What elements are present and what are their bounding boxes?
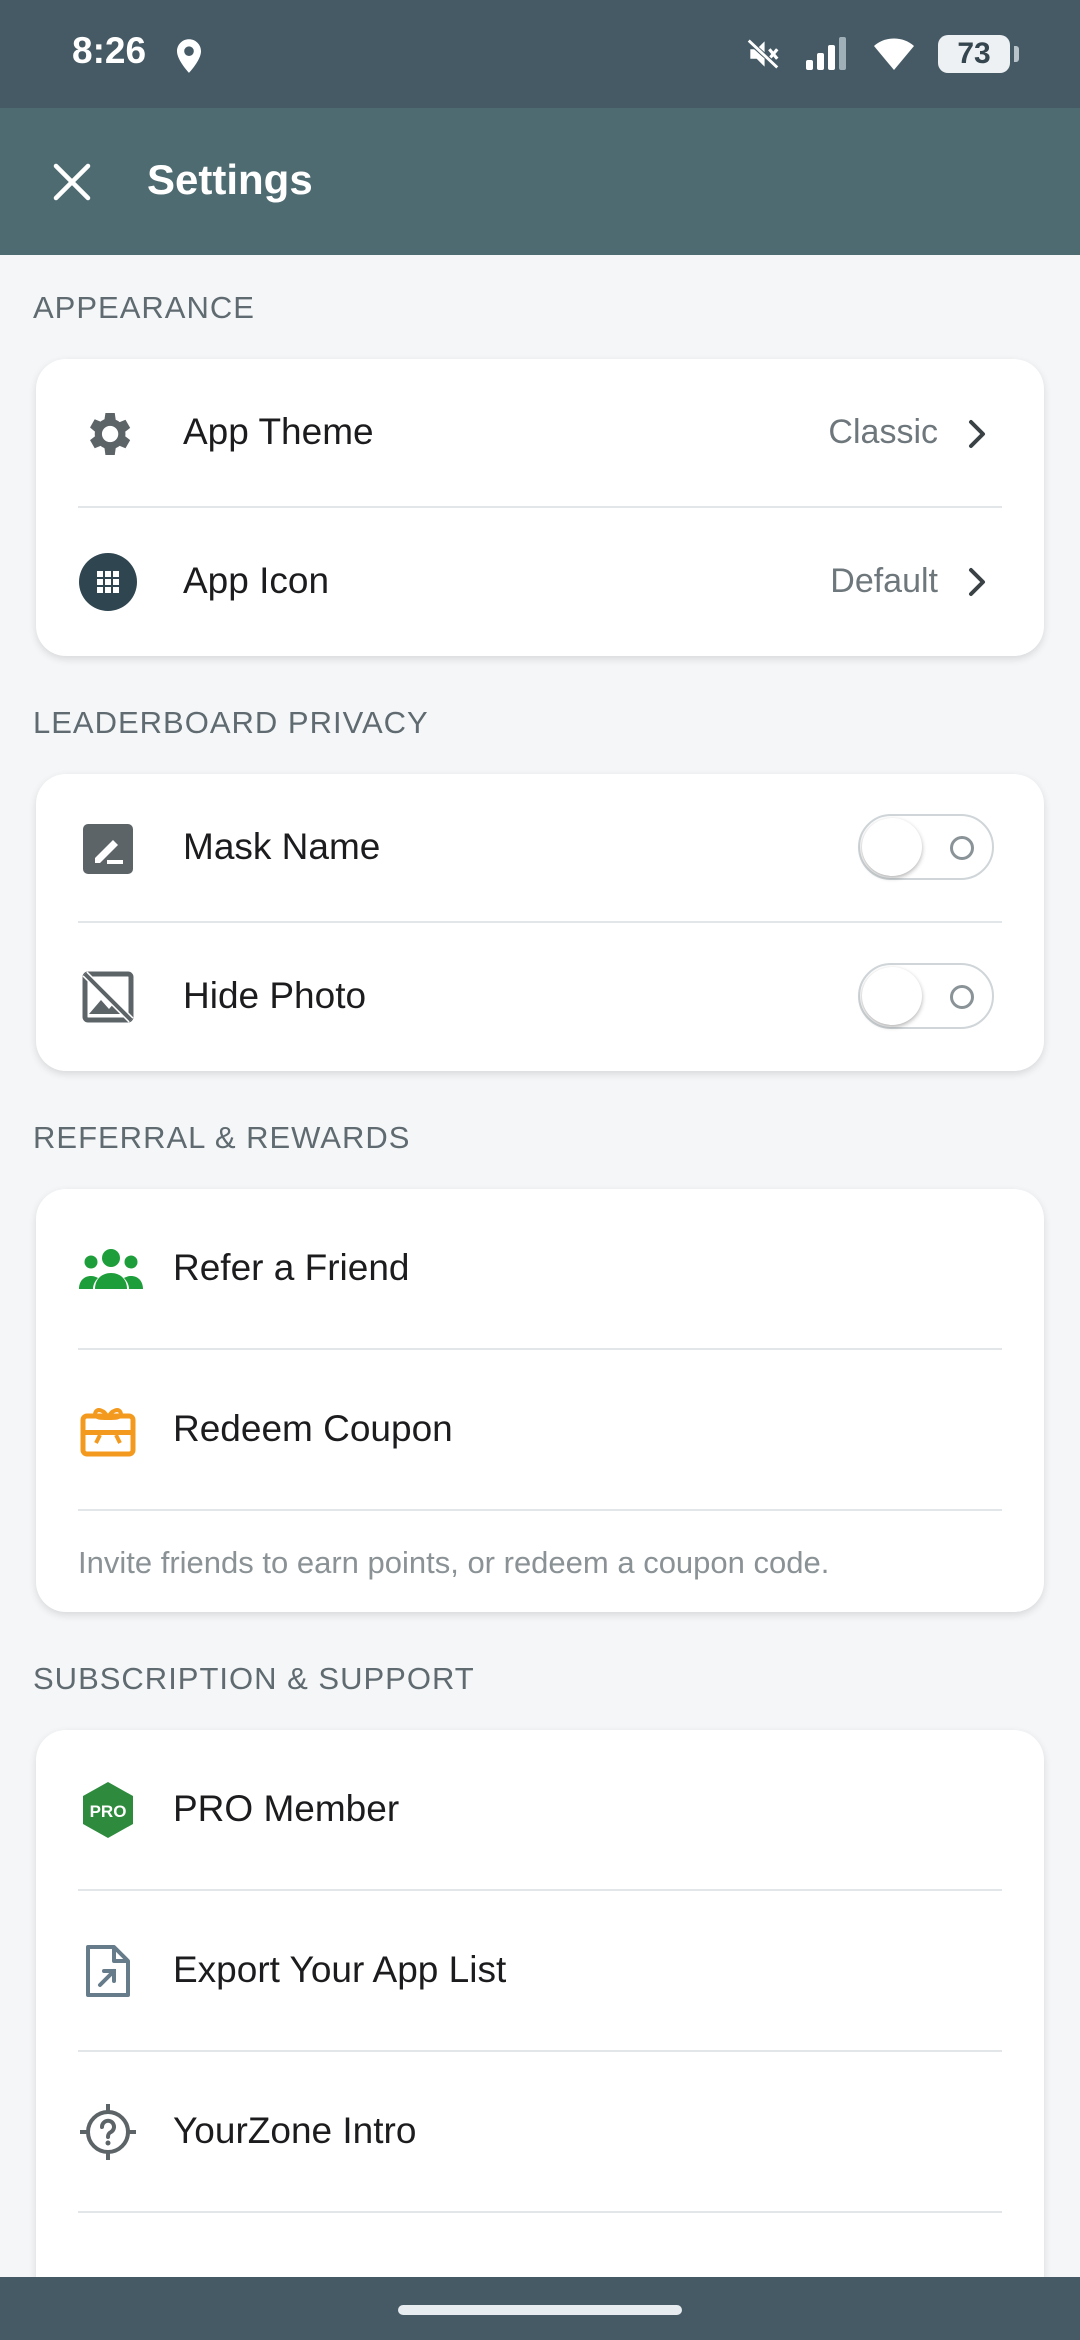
app-bar: Settings xyxy=(0,108,1080,255)
mask-name-label: Mask Name xyxy=(183,826,381,867)
redeem-coupon-row[interactable]: Redeem Coupon xyxy=(36,1350,1044,1511)
yourzone-intro-label: YourZone Intro xyxy=(173,2110,417,2151)
gift-card-icon xyxy=(78,1400,138,1460)
status-bar: 8:26 73 xyxy=(0,0,1080,108)
export-app-list-row[interactable]: Export Your App List xyxy=(36,1891,1044,2052)
section-label-support: SUBSCRIPTION & SUPPORT xyxy=(33,1661,475,1696)
redeem-coupon-label: Redeem Coupon xyxy=(173,1408,453,1449)
chevron-right-icon xyxy=(969,420,985,448)
app-icon-row[interactable]: App Icon Default xyxy=(36,508,1044,656)
home-gesture-handle[interactable] xyxy=(398,2305,682,2315)
battery-level: 73 xyxy=(957,37,991,70)
group-icon xyxy=(78,1239,144,1299)
mute-icon xyxy=(745,37,781,71)
settings-list[interactable]: APPEARANCE App Theme Classic App Icon De… xyxy=(0,255,1080,2277)
hide-photo-toggle[interactable] xyxy=(858,963,994,1029)
toggle-knob xyxy=(862,967,922,1025)
app-icon-value: Default xyxy=(830,562,938,600)
appearance-card: App Theme Classic App Icon Default xyxy=(36,359,1044,656)
location-icon xyxy=(177,39,201,73)
pro-member-label: PRO Member xyxy=(173,1788,400,1829)
refer-friend-row[interactable]: Refer a Friend xyxy=(36,1189,1044,1350)
signal-icon xyxy=(806,37,846,70)
privacy-card: Mask Name Hide Photo xyxy=(36,774,1044,1071)
app-theme-value: Classic xyxy=(828,413,938,451)
battery-icon: 73 xyxy=(938,35,1019,73)
hide-image-icon xyxy=(78,967,138,1027)
yourzone-intro-row[interactable]: YourZone Intro xyxy=(36,2052,1044,2213)
section-label-referral: REFERRAL & REWARDS xyxy=(33,1120,411,1155)
app-theme-label: App Theme xyxy=(183,411,374,452)
support-card: PRO PRO Member Export Your App List Your… xyxy=(36,1730,1044,2277)
wifi-icon xyxy=(874,38,914,70)
section-label-privacy: LEADERBOARD PRIVACY xyxy=(33,705,429,740)
pro-badge-icon: PRO xyxy=(78,1780,138,1840)
pro-member-row[interactable]: PRO PRO Member xyxy=(36,1730,1044,1891)
toggle-off-indicator xyxy=(950,985,974,1009)
mask-name-toggle[interactable] xyxy=(858,814,994,880)
hide-photo-row[interactable]: Hide Photo xyxy=(36,923,1044,1071)
close-icon xyxy=(53,163,91,201)
gear-icon xyxy=(78,404,138,464)
help-target-icon xyxy=(78,2102,138,2162)
section-label-appearance: APPEARANCE xyxy=(33,290,255,325)
export-app-list-label: Export Your App List xyxy=(173,1949,507,1990)
app-icon-label: App Icon xyxy=(183,560,330,601)
pro-badge-text: PRO xyxy=(90,1802,127,1821)
referral-card: Refer a Friend Redeem Coupon Invite frie… xyxy=(36,1189,1044,1612)
mask-name-row[interactable]: Mask Name xyxy=(36,774,1044,923)
close-button[interactable] xyxy=(42,152,102,212)
toggle-knob xyxy=(862,818,922,876)
divider xyxy=(78,1509,1002,1511)
navigation-bar xyxy=(0,2277,1080,2340)
export-file-icon xyxy=(78,1941,138,2001)
refer-friend-label: Refer a Friend xyxy=(173,1247,410,1288)
status-time: 8:26 xyxy=(72,30,147,71)
app-theme-row[interactable]: App Theme Classic xyxy=(36,359,1044,508)
list-item[interactable] xyxy=(36,2213,1044,2277)
toggle-off-indicator xyxy=(950,836,974,860)
referral-note: Invite friends to earn points, or redeem… xyxy=(78,1545,830,1580)
page-title: Settings xyxy=(147,156,313,203)
chevron-right-icon xyxy=(969,568,985,596)
grid-icon xyxy=(78,552,138,612)
edit-icon xyxy=(78,819,138,879)
hide-photo-label: Hide Photo xyxy=(183,975,367,1016)
